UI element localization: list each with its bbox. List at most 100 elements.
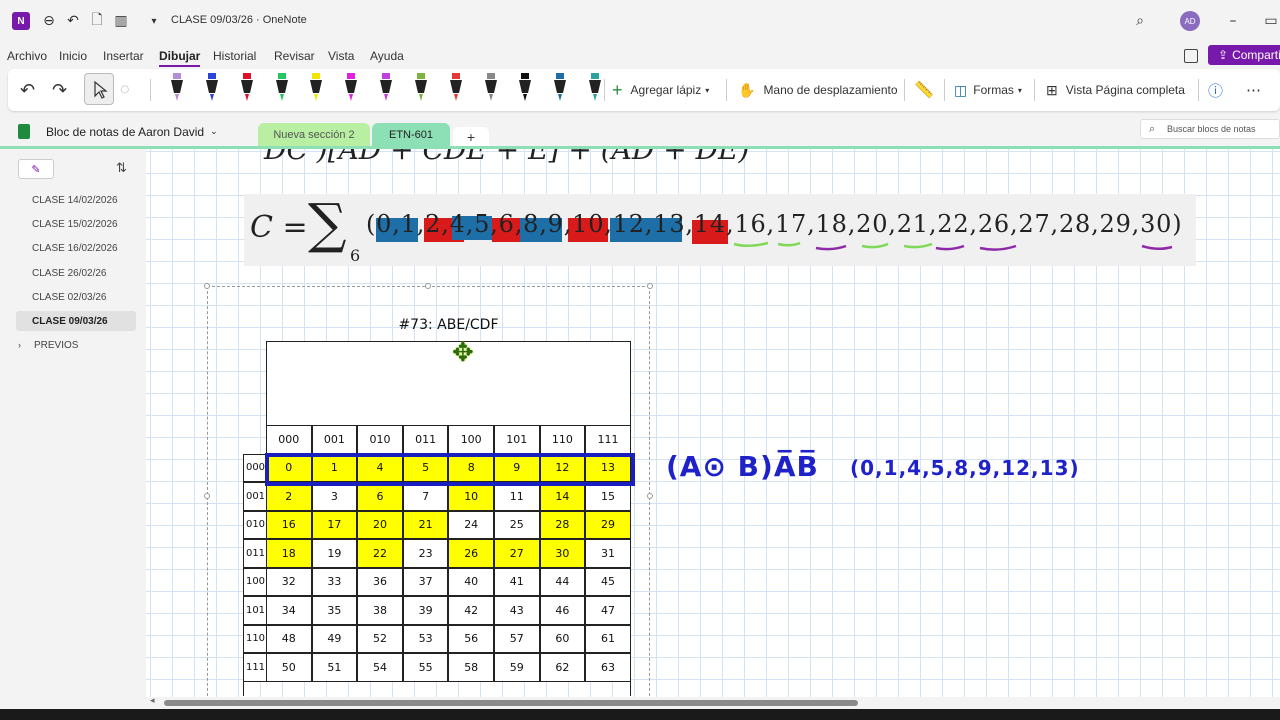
lasso-icon[interactable]: ◌ [120, 69, 130, 111]
page-item-clase-09-03[interactable]: CLASE 09/03/26 [16, 311, 136, 331]
avatar[interactable]: AD [1180, 11, 1200, 31]
menu-historial[interactable]: Historial [213, 49, 256, 63]
minterm-list: (0,1,2,4,5,6,8,9,10,12,13,14,16,17,18,20… [366, 210, 1183, 238]
pen-1-icon[interactable] [170, 73, 184, 103]
kmap-col-header: 111 [585, 425, 631, 454]
pen-5-icon[interactable] [309, 73, 323, 103]
kmap-cell: 61 [585, 624, 631, 653]
pen-10-icon[interactable] [484, 73, 498, 103]
notebook-search-input[interactable]: ⌕ Buscar blocs de notas [1140, 119, 1280, 139]
formula-lhs: C = [250, 210, 308, 245]
resize-handle[interactable] [425, 283, 431, 289]
shapes-icon: ◫ [954, 81, 968, 98]
new-page-icon[interactable]: ✎ [18, 159, 54, 179]
notebook-selector[interactable]: Bloc de notas de Aaron David ⌄ [18, 124, 218, 139]
full-page-view-button[interactable]: ⊞ Vista Página completa [1046, 69, 1185, 111]
pen-13-icon[interactable] [588, 73, 602, 103]
kmap-cell: 53 [402, 624, 449, 653]
kmap-cell: 10 [448, 482, 494, 511]
page-item-clase-16-02[interactable]: CLASE 16/02/2026 [16, 238, 136, 258]
pen-12-icon[interactable] [553, 73, 567, 103]
hand-icon: ✋ [738, 81, 756, 98]
search-icon[interactable]: ⌕ [1131, 12, 1149, 30]
section-tab-etn601[interactable]: ETN-601 [372, 123, 450, 147]
page-item-clase-02-03[interactable]: CLASE 02/03/26 [16, 287, 136, 307]
kmap-cell: 49 [311, 624, 358, 653]
pen-11-icon[interactable] [518, 73, 532, 103]
resize-handle[interactable] [204, 493, 210, 499]
kmap-cell: 50 [266, 653, 312, 682]
kmap-cell: 16 [266, 510, 312, 539]
shapes-button[interactable]: ◫ Formas ▾ [954, 69, 1022, 111]
page-icon[interactable]: 🗋 [88, 12, 106, 30]
more-options-icon[interactable]: ⋯ [1246, 69, 1261, 111]
share-button[interactable]: ⇪ Compartir [1208, 45, 1280, 65]
chevron-down-icon: ▾ [705, 85, 710, 95]
share-label: Compartir [1232, 48, 1280, 62]
kmap-col-header: 011 [402, 425, 449, 454]
kmap-cell: 22 [357, 539, 403, 568]
pen-2-icon[interactable] [205, 73, 219, 103]
menu-vista[interactable]: Vista [328, 49, 354, 63]
kmap-col-header: 000 [266, 425, 312, 454]
menu-insertar[interactable]: Insertar [103, 49, 144, 63]
kmap-cell: 40 [448, 567, 494, 596]
horizontal-scrollbar[interactable]: ◂ [146, 696, 1280, 709]
select-tool-button[interactable] [84, 73, 114, 105]
section-tab-nueva[interactable]: Nueva sección 2 [258, 123, 370, 147]
pen-tools-icon[interactable]: ▥ [112, 12, 130, 30]
undo-sync-icon[interactable]: ↶ [64, 12, 82, 30]
scrollbar-thumb[interactable] [164, 700, 858, 706]
sum-symbol: ∑ [308, 192, 347, 255]
menu-archivo[interactable]: Archivo [7, 49, 47, 63]
kmap-cell: 59 [494, 653, 540, 682]
kmap-col-header: 010 [357, 425, 403, 454]
kmap-continuation [243, 681, 631, 696]
ink-expression: (A⊙ B)A̅B̅ [666, 450, 819, 483]
redo-icon[interactable]: ↷ [52, 69, 67, 111]
undo-icon[interactable]: ↶ [20, 69, 35, 111]
menu-ayuda[interactable]: Ayuda [370, 49, 404, 63]
pen-3-icon[interactable] [240, 73, 254, 103]
page-item-clase-14-02[interactable]: CLASE 14/02/2026 [16, 190, 136, 210]
resize-handle[interactable] [204, 283, 210, 289]
pen-8-icon[interactable] [414, 73, 428, 103]
back-icon[interactable]: ⊖ [40, 12, 58, 30]
help-icon[interactable]: ⓘ [1208, 69, 1223, 111]
scroll-left-icon[interactable]: ◂ [150, 696, 155, 706]
ruler-icon[interactable]: 📏 [914, 69, 934, 111]
resize-handle[interactable] [647, 283, 653, 289]
kmap-cell: 54 [357, 653, 403, 682]
pen-6-icon[interactable] [344, 73, 358, 103]
full-page-icon: ⊞ [1046, 81, 1058, 98]
pointer-icon [94, 80, 108, 99]
ribbon-divider [944, 79, 945, 101]
page-group-previos[interactable]: › PREVIOS [16, 335, 136, 355]
pen-7-icon[interactable] [379, 73, 393, 103]
menu-dibujar[interactable]: Dibujar [159, 49, 201, 67]
kmap-cell: 63 [585, 653, 631, 682]
kmap-title: #73: ABE/CDF [398, 317, 499, 333]
kmap-row-header: 110 [243, 624, 268, 653]
kmap-cell: 35 [311, 596, 358, 625]
pen-4-icon[interactable] [275, 73, 289, 103]
add-section-button[interactable]: + [453, 127, 489, 147]
kmap-cell: 32 [266, 567, 312, 596]
menu-inicio[interactable]: Inicio [59, 49, 87, 63]
customize-dropdown-icon[interactable]: ▾ [145, 12, 163, 30]
resize-handle[interactable] [647, 493, 653, 499]
restore-icon[interactable]: ▭ [1262, 12, 1280, 30]
page-item-clase-26-02[interactable]: CLASE 26/02/26 [16, 263, 136, 283]
pen-9-icon[interactable] [449, 73, 463, 103]
ribbon-divider [726, 79, 727, 101]
pan-hand-button[interactable]: ✋ Mano de desplazamiento [738, 69, 898, 111]
notebook-icon[interactable] [1184, 49, 1198, 63]
kmap-cell: 27 [494, 539, 540, 568]
add-pen-button[interactable]: + Agregar lápiz ▾ [612, 69, 709, 111]
move-cursor-icon: ✥ [452, 338, 474, 368]
page-item-clase-15-02[interactable]: CLASE 15/02/2026 [16, 214, 136, 234]
minimize-icon[interactable]: – [1224, 12, 1242, 30]
sort-icon[interactable]: ⇅ [116, 161, 127, 176]
kmap-cell: 62 [539, 653, 586, 682]
menu-revisar[interactable]: Revisar [274, 49, 315, 63]
